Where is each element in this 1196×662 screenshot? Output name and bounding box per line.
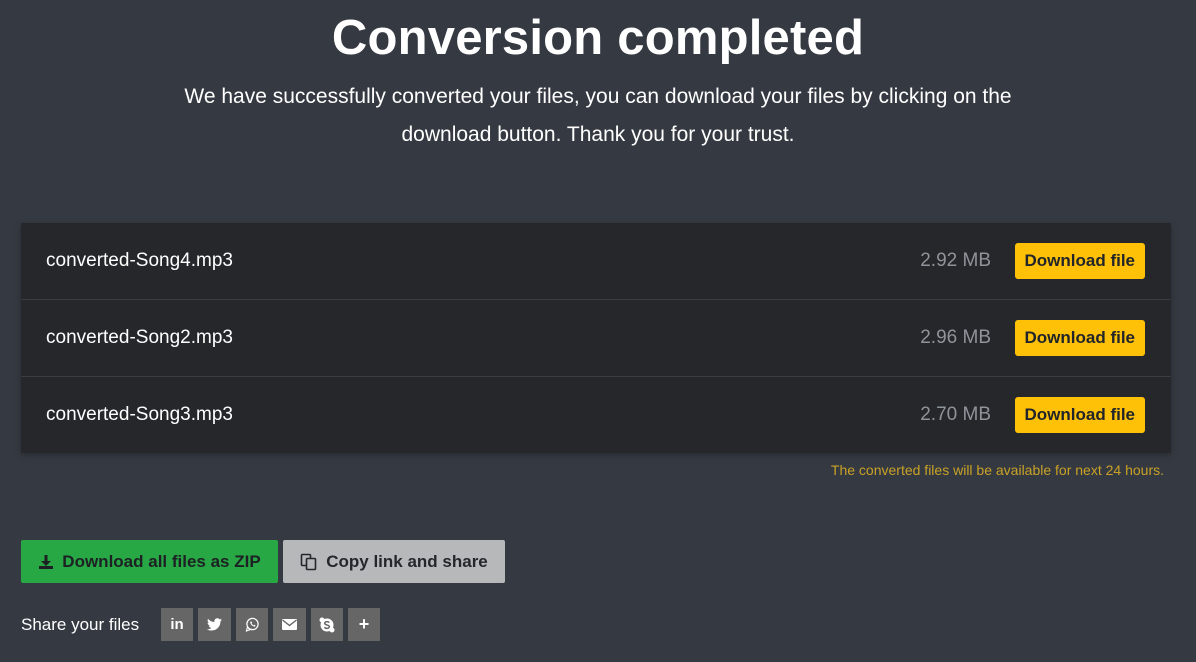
file-size: 2.92 MB <box>920 250 991 271</box>
page-subtitle: We have successfully converted your file… <box>184 85 1012 146</box>
file-row: converted-Song2.mp3 2.96 MB Download fil… <box>21 299 1171 376</box>
file-name: converted-Song4.mp3 <box>46 250 233 271</box>
download-file-button[interactable]: Download file <box>1014 243 1145 279</box>
file-size: 2.96 MB <box>920 327 991 348</box>
file-row: converted-Song4.mp3 2.92 MB Download fil… <box>21 223 1171 299</box>
file-row: converted-Song3.mp3 2.70 MB Download fil… <box>21 376 1171 453</box>
plus-icon[interactable]: + <box>348 608 380 641</box>
share-icons: in + <box>161 608 380 641</box>
share-label: Share your files <box>21 615 140 634</box>
download-file-button[interactable]: Download file <box>1014 320 1145 356</box>
copy-icon <box>300 553 318 571</box>
whatsapp-icon[interactable] <box>236 608 268 641</box>
skype-icon[interactable] <box>311 608 343 641</box>
download-file-button[interactable]: Download file <box>1014 397 1145 433</box>
file-list: converted-Song4.mp3 2.92 MB Download fil… <box>21 223 1171 453</box>
file-name: converted-Song3.mp3 <box>46 404 233 425</box>
plus-text: + <box>358 614 370 634</box>
linkedin-icon[interactable]: in <box>161 608 193 641</box>
twitter-icon[interactable] <box>198 608 231 641</box>
file-size: 2.70 MB <box>920 404 991 425</box>
page-title: Conversion completed <box>331 11 865 65</box>
download-icon <box>38 554 54 570</box>
linkedin-text: in <box>170 616 184 633</box>
availability-note: The converted files will be available fo… <box>830 462 1164 478</box>
copy-link-button[interactable]: Copy link and share <box>283 540 505 583</box>
copy-link-label: Copy link and share <box>326 551 488 571</box>
email-icon[interactable] <box>273 608 306 641</box>
download-zip-label: Download all files as ZIP <box>62 551 261 571</box>
download-zip-button[interactable]: Download all files as ZIP <box>21 540 278 583</box>
file-name: converted-Song2.mp3 <box>46 327 233 348</box>
